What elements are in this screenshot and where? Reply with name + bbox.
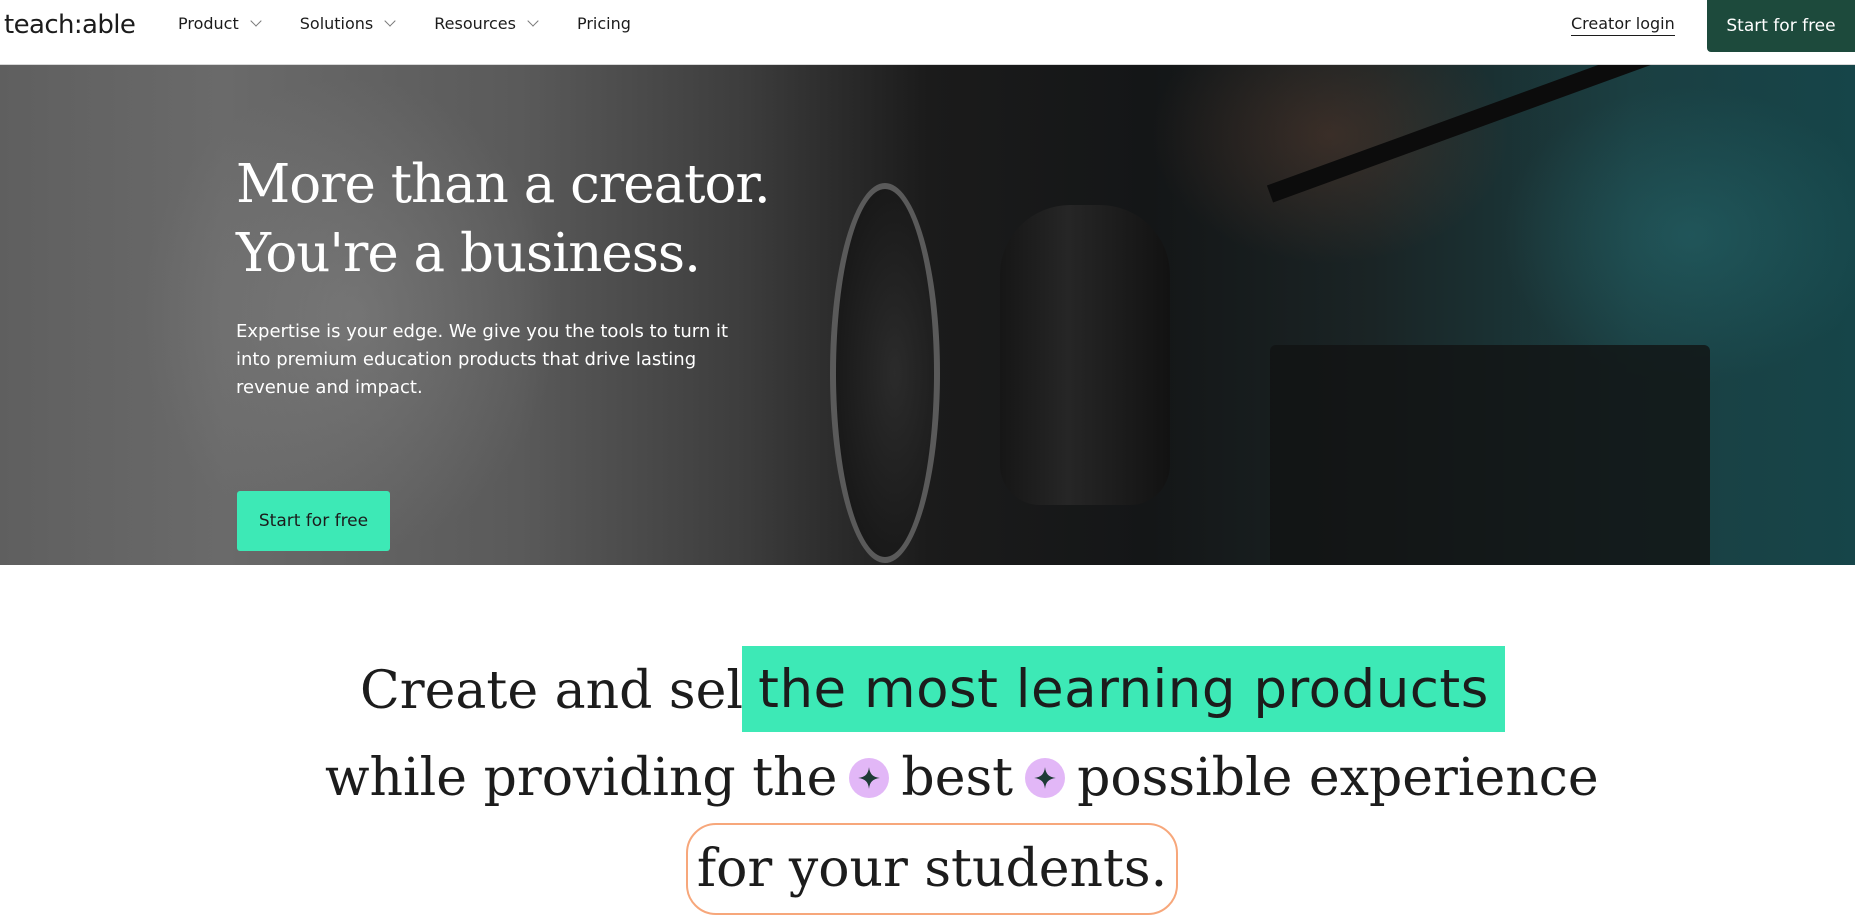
nav-item-label: Product [178,14,239,33]
hero-content: More than a creator. You're a business. … [236,150,796,402]
statement-highlight: the most learning products [742,646,1505,732]
nav-item-resources[interactable]: Resources [434,14,539,33]
creator-login-link[interactable]: Creator login [1571,14,1675,36]
statement-pill: for your students. [686,823,1178,915]
statement-text: best [901,748,1014,808]
statement-text: possible experience [1077,748,1599,808]
statement-text: while providing the [325,748,838,808]
nav-item-solutions[interactable]: Solutions [299,14,396,33]
main-nav: Product Solutions Resources Pricing [178,14,671,33]
sparkle-icon [849,758,890,798]
statement-line-prefix: Create and sell [360,661,760,721]
statement-section: Create and sell the most learning produc… [0,565,1855,924]
sparkle-icon [1025,758,1066,798]
hero-title: More than a creator. You're a business. [236,150,796,288]
nav-item-pricing[interactable]: Pricing [577,14,631,33]
nav-item-label: Pricing [576,14,631,33]
hero-title-line: More than a creator. [236,154,771,215]
header-start-free-button[interactable]: Start for free [1707,0,1855,52]
hero-background-pop-filter [830,183,940,563]
hero-title-line: You're a business. [236,223,701,284]
nav-item-product[interactable]: Product [178,14,262,33]
hero-section: More than a creator. You're a business. … [0,65,1855,565]
hero-subtitle: Expertise is your edge. We give you the … [236,321,729,398]
statement-line-2: while providing the best possible experi… [325,748,1599,808]
teachable-logo[interactable]: teach:able [4,10,136,40]
nav-item-label: Resources [434,14,516,33]
chevron-down-icon [527,15,539,27]
chevron-down-icon [250,15,262,27]
nav-item-label: Solutions [299,14,374,33]
hero-background-glow [1500,85,1855,385]
hero-background-microphone [1000,205,1170,505]
hero-background-monitor [1270,345,1710,565]
hero-start-free-button[interactable]: Start for free [237,491,390,551]
chevron-down-icon [384,15,396,27]
site-header: teach:able Product Solutions Resources P… [0,0,1855,65]
